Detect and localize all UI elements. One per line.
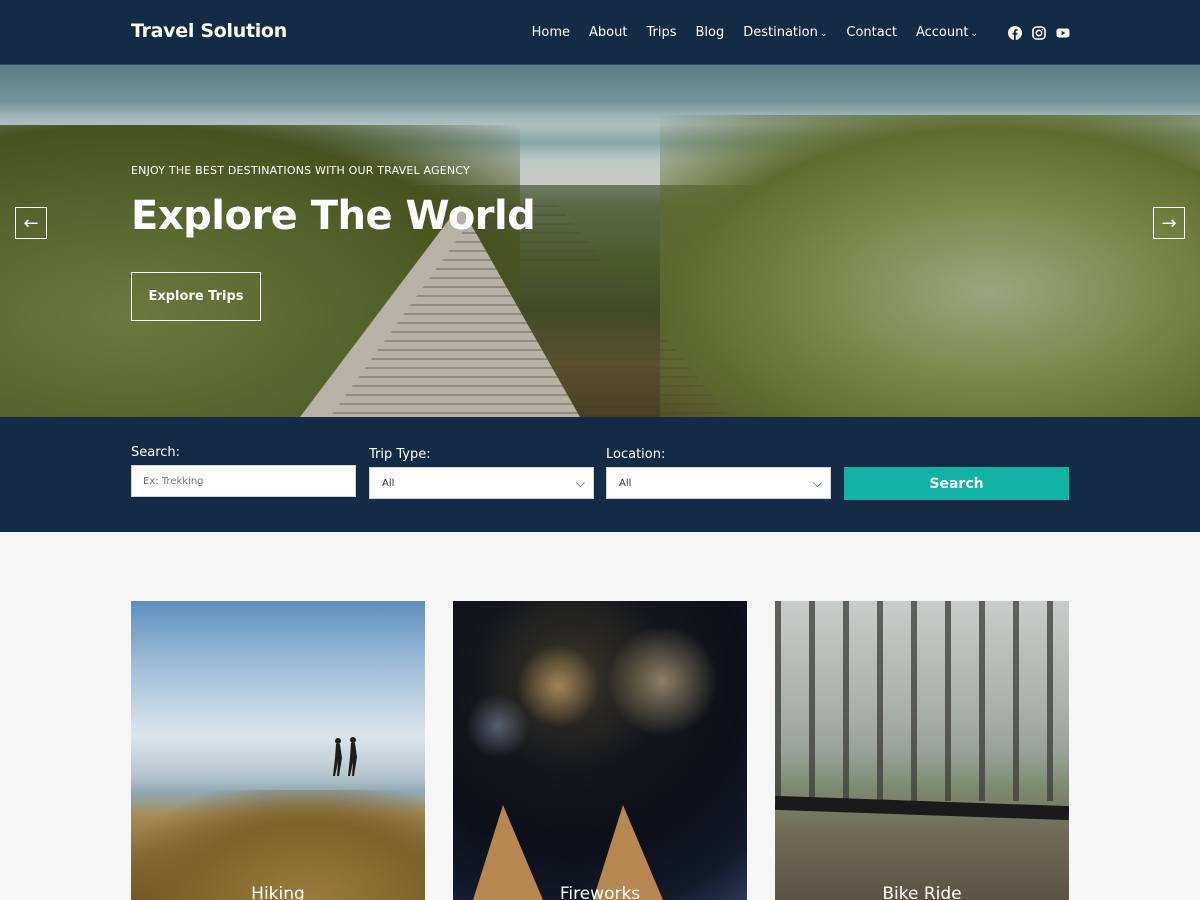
trip-type-value: All — [382, 477, 395, 489]
nav-blog[interactable]: Blog — [695, 25, 724, 40]
nav-destination-label: Destination — [743, 25, 818, 40]
hero-banner: ENJOY THE BEST DESTINATIONS WITH OUR TRA… — [0, 65, 1200, 417]
arrow-right-icon[interactable]: → — [1153, 207, 1185, 239]
site-header: Travel Solution Home About Trips Blog De… — [0, 0, 1200, 65]
nav-account[interactable]: Account ⌄ — [916, 25, 978, 40]
search-button[interactable]: Search — [844, 467, 1069, 500]
hikers-image — [333, 737, 357, 776]
firework-burst-image — [463, 691, 533, 761]
nav-destination[interactable]: Destination ⌄ — [743, 25, 827, 40]
search-field-group: Search: — [131, 445, 356, 497]
trip-categories: Hiking Fireworks Bike Ride — [0, 532, 1200, 900]
card-fireworks[interactable]: Fireworks — [453, 601, 747, 900]
hero-grass-right — [660, 115, 1200, 417]
chevron-down-icon: ⌄ — [970, 29, 978, 39]
nav-contact[interactable]: Contact — [846, 25, 897, 40]
card-bike-ride-title: Bike Ride — [882, 884, 962, 900]
search-input[interactable] — [131, 465, 356, 497]
youtube-icon[interactable] — [1056, 26, 1070, 40]
card-hiking-title: Hiking — [251, 884, 305, 900]
trip-type-label: Trip Type: — [369, 447, 431, 462]
nav-about[interactable]: About — [589, 25, 627, 40]
trip-search-bar: Search: Trip Type: All ⌵ Location: All ⌵… — [0, 417, 1200, 532]
instagram-icon[interactable] — [1032, 25, 1046, 40]
nav-trips[interactable]: Trips — [646, 25, 676, 40]
forest-trees-image — [775, 601, 1069, 801]
trip-type-field-group: Trip Type: All ⌵ — [369, 447, 594, 499]
arrow-left-icon[interactable]: ← — [15, 207, 47, 239]
hero-subtitle: ENJOY THE BEST DESTINATIONS WITH OUR TRA… — [131, 164, 470, 177]
card-fireworks-title: Fireworks — [559, 884, 641, 900]
chevron-down-icon: ⌄ — [819, 29, 828, 39]
social-links — [998, 25, 1070, 40]
location-value: All — [619, 477, 632, 489]
hero-title: Explore The World — [131, 193, 536, 239]
chevron-down-icon: ⌵ — [812, 476, 822, 490]
location-select[interactable]: All ⌵ — [606, 467, 831, 499]
card-hiking[interactable]: Hiking — [131, 601, 425, 900]
facebook-icon[interactable] — [1008, 25, 1022, 40]
trip-type-select[interactable]: All ⌵ — [369, 467, 594, 499]
explore-trips-button[interactable]: Explore Trips — [131, 272, 261, 321]
card-bike-ride[interactable]: Bike Ride — [775, 601, 1069, 900]
search-label: Search: — [131, 445, 181, 460]
main-nav: Home About Trips Blog Destination ⌄ Conta… — [513, 0, 1200, 65]
nav-account-label: Account — [915, 25, 969, 40]
chevron-down-icon: ⌵ — [575, 476, 585, 490]
site-logo[interactable]: Travel Solution — [131, 20, 287, 42]
location-label: Location: — [606, 447, 666, 462]
nav-home[interactable]: Home — [532, 25, 570, 40]
location-field-group: Location: All ⌵ — [606, 447, 831, 499]
firework-burst-image — [603, 621, 723, 741]
